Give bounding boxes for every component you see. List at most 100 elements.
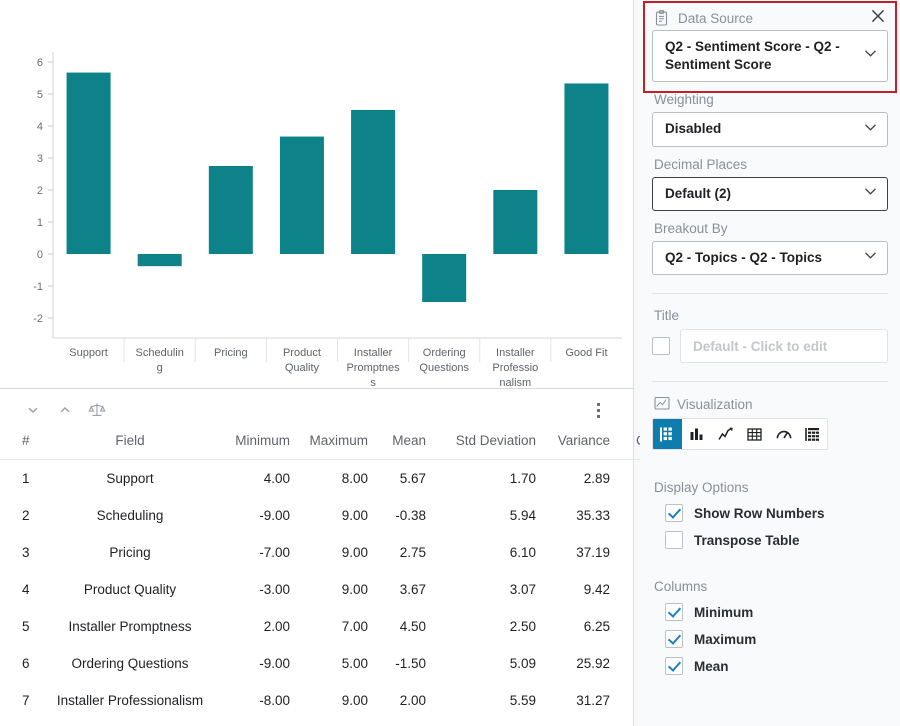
- table-row[interactable]: 6 Ordering Questions -9.00 5.00 -1.50 5.09 25.…: [0, 645, 678, 682]
- bar-chart-icon[interactable]: [682, 419, 711, 449]
- statistics-table-panel: # Field Minimum Maximum Mean Std Deviati…: [0, 389, 678, 726]
- table-cell-minimum: -9.00: [259, 656, 290, 671]
- chevron-up-icon[interactable]: [52, 399, 78, 421]
- table-row[interactable]: 2Scheduling-9.009.00-0.385.9435.3340: [0, 497, 678, 534]
- table-cell-std: 3.07: [509, 582, 536, 597]
- table-cell-maximum: 8.00: [341, 471, 368, 486]
- visualization-type-group: [652, 418, 828, 451]
- gauge-icon[interactable]: [769, 419, 798, 449]
- bar-4: [279, 136, 324, 254]
- summary-table-icon[interactable]: [653, 419, 682, 450]
- table-cell-minimum: 3.00: [216, 719, 296, 726]
- y-tick-label: 0: [37, 249, 43, 261]
- category-label: Schedulin: [136, 347, 184, 359]
- column-header-mean[interactable]: Mean: [374, 423, 432, 460]
- table-cell-std: 5.94: [509, 508, 536, 523]
- chevron-down-icon[interactable]: [20, 399, 46, 421]
- table-cell-minimum: -3.00: [259, 582, 290, 597]
- table-cell-maximum: 7.00: [341, 619, 368, 634]
- data-source-value: Q2 - Sentiment Score - Q2 - Sentiment Sc…: [665, 39, 840, 73]
- mean-checkbox[interactable]: [665, 657, 683, 676]
- table-cell-minimum: -8.00: [259, 693, 290, 708]
- table-cell-variance: 35.33: [576, 508, 610, 523]
- display-option-transpose-table[interactable]: Transpose Table: [665, 531, 888, 550]
- breakout-by-select[interactable]: Q2 - Topics - Q2 - Topics: [652, 240, 888, 276]
- show-row-numbers-checkbox[interactable]: [665, 504, 683, 523]
- table-toolbar: [0, 389, 633, 423]
- table-cell-mean: 5.67: [399, 471, 426, 486]
- display-option-show-row-numbers[interactable]: Show Row Numbers: [665, 504, 888, 523]
- line-chart-icon[interactable]: [711, 419, 740, 449]
- table-cell-variance: 2.89: [542, 719, 616, 726]
- grid-table-icon[interactable]: [740, 419, 769, 449]
- decimal-places-select[interactable]: Default (2): [652, 176, 888, 211]
- bar-5: [351, 110, 396, 254]
- table-cell-field: Ordering Questions: [71, 656, 189, 671]
- table-row[interactable]: 5 Installer Promptness 2.00 7.00 4.50 2.50 6.2…: [0, 608, 678, 645]
- bar-chart-svg: 6 5 4 3 2 1 0 -1 -2 Support Schedulin g Pricing Produ…: [33, 52, 622, 389]
- table-cell-minimum: -7.00: [259, 545, 290, 560]
- category-label: Support: [69, 347, 108, 359]
- table-cell-std: 2.50: [509, 619, 536, 634]
- sidebar-content: Q2 - Sentiment Score - Q2 - Sentiment Sc…: [640, 30, 900, 676]
- category-label: Professio: [492, 362, 538, 374]
- left-column: 6 5 4 3 2 1 0 -1 -2 Support Schedulin g Pricing Produ…: [0, 0, 678, 726]
- weighting-select[interactable]: Disabled: [652, 112, 888, 147]
- bar-7: [493, 190, 538, 254]
- table-cell-field: Good Fit: [44, 719, 216, 726]
- scales-icon[interactable]: [84, 399, 110, 421]
- decimal-places-value: Default (2): [665, 185, 732, 201]
- table-cell-minimum: -9.00: [259, 508, 290, 523]
- table-cell-field: Support: [106, 471, 154, 486]
- transpose-table-checkbox[interactable]: [665, 531, 683, 550]
- column-header-minimum[interactable]: Minimum: [216, 423, 296, 460]
- y-tick-label: -1: [33, 281, 43, 293]
- column-option-minimum[interactable]: Minimum: [665, 603, 888, 622]
- maximum-checkbox[interactable]: [665, 630, 683, 649]
- table-row[interactable]: 7 Installer Professionalism -8.00 9.00 2.00 5…: [0, 682, 678, 719]
- column-header-field[interactable]: Field: [44, 423, 216, 460]
- table-cell-field: Installer Professionalism: [56, 693, 204, 708]
- chevron-down-icon: [864, 251, 877, 263]
- column-header-std[interactable]: Std Deviation: [432, 423, 542, 460]
- y-tick-label: 3: [37, 153, 43, 165]
- detail-table-icon[interactable]: [798, 419, 827, 449]
- table-cell-num: 1: [22, 471, 30, 486]
- table-cell-maximum: 7.00: [296, 719, 374, 726]
- table-cell-variance: 25.92: [576, 656, 610, 671]
- close-icon[interactable]: [866, 4, 890, 28]
- table-cell-variance: 6.25: [583, 619, 610, 634]
- visualization-label-text: Visualization: [677, 396, 753, 412]
- table-row[interactable]: 3Pricing-7.009.002.756.1037.198: [0, 534, 678, 571]
- table-row[interactable]: 8Good Fit3.007.005.331.702.893: [0, 719, 678, 726]
- category-label: nalism: [499, 377, 531, 389]
- table-cell-std: 5.59: [509, 693, 536, 708]
- category-label: Quality: [285, 362, 320, 374]
- table-row[interactable]: 4Product Quality-3.009.003.673.079.4230: [0, 571, 678, 608]
- column-option-maximum[interactable]: Maximum: [665, 630, 888, 649]
- bar-6: [422, 254, 467, 302]
- category-label: Pricing: [214, 347, 248, 359]
- category-label: Good Fit: [565, 347, 607, 359]
- title-input[interactable]: Default - Click to edit: [680, 329, 888, 364]
- column-header-variance[interactable]: Variance: [542, 423, 616, 460]
- minimum-checkbox[interactable]: [665, 603, 683, 622]
- category-label: s: [370, 377, 376, 389]
- column-header-num[interactable]: #: [0, 423, 44, 460]
- table-cell-minimum: 2.00: [263, 619, 290, 634]
- title-enable-checkbox[interactable]: [652, 337, 670, 356]
- table-row[interactable]: 1Support4.008.005.671.702.893: [0, 460, 678, 498]
- table-cell-mean: 3.67: [399, 582, 426, 597]
- breakout-by-value: Q2 - Topics - Q2 - Topics: [665, 249, 823, 265]
- column-header-maximum[interactable]: Maximum: [296, 423, 374, 460]
- table-header: # Field Minimum Maximum Mean Std Deviati…: [0, 423, 678, 460]
- table-body: 1Support4.008.005.671.702.8932Scheduling…: [0, 460, 678, 726]
- data-source-select[interactable]: Q2 - Sentiment Score - Q2 - Sentiment Sc…: [652, 30, 888, 83]
- kebab-menu-icon[interactable]: [589, 399, 607, 421]
- column-option-mean[interactable]: Mean: [665, 657, 888, 676]
- table-cell-maximum: 9.00: [341, 508, 368, 523]
- app-root: 6 5 4 3 2 1 0 -1 -2 Support Schedulin g Pricing Produ…: [0, 0, 900, 726]
- table-cell-num: 4: [22, 582, 30, 597]
- table-cell-mean: 2.00: [399, 693, 426, 708]
- table-cell-num: 7: [22, 693, 30, 708]
